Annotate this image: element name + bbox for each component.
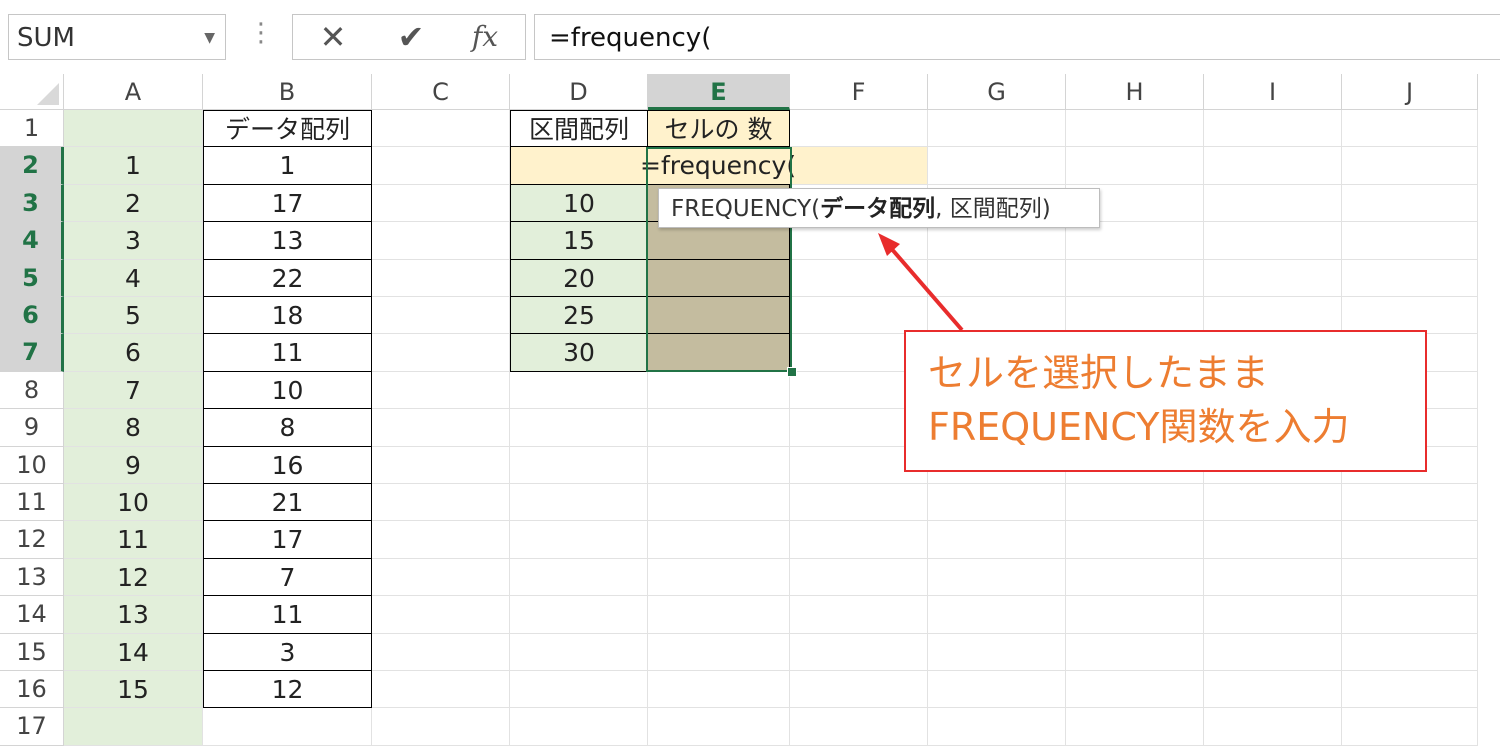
annotation-line-1: セルを選択したまま (928, 351, 1269, 395)
annotation-callout: セルを選択したまま FREQUENCY関数を入力 (904, 330, 1427, 472)
annotation-line-2: FREQUENCY関数を入力 (928, 405, 1350, 449)
